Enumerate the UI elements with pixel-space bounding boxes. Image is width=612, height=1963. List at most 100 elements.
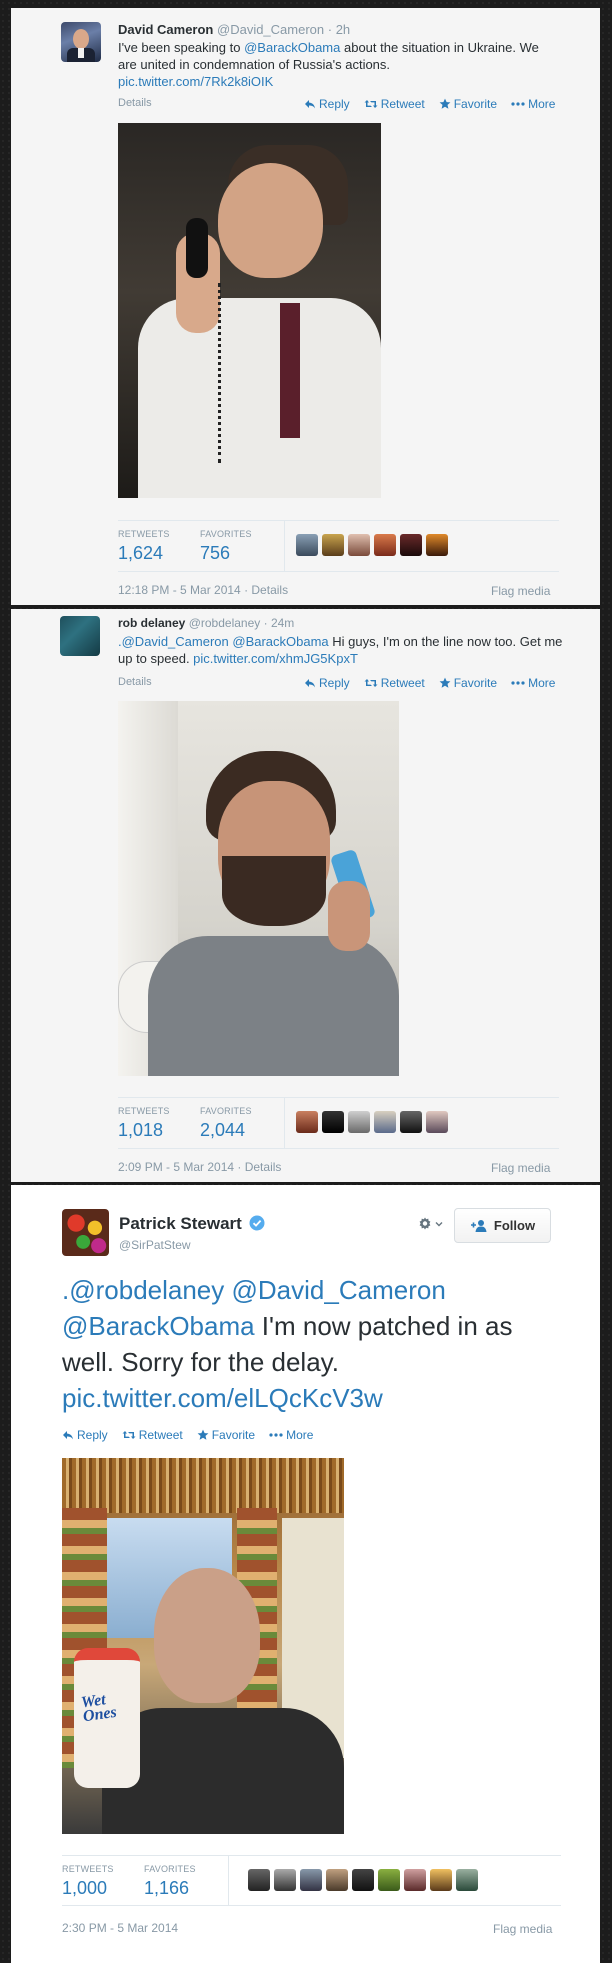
reply-button[interactable]: Reply xyxy=(304,676,350,690)
tweet-time[interactable]: · 24m xyxy=(264,616,295,630)
tweet-stats: RETWEETS 1,000 FAVORITES 1,166 xyxy=(62,1855,561,1906)
avatar[interactable] xyxy=(62,1209,109,1256)
favorite-count[interactable]: FAVORITES 756 xyxy=(200,529,252,564)
user-avatar[interactable] xyxy=(348,534,370,556)
tweet-text: .@robdelaney @David_Cameron @BarackObama… xyxy=(62,1275,513,1413)
user-avatar[interactable] xyxy=(274,1869,296,1891)
author-name[interactable]: David Cameron @David_Cameron · 2h xyxy=(118,22,350,37)
favoriters-list xyxy=(248,1869,478,1891)
retweet-button[interactable]: Retweet xyxy=(122,1428,183,1442)
tweet-photo[interactable] xyxy=(118,123,381,498)
mention-link[interactable]: .@robdelaney xyxy=(62,1275,224,1305)
user-avatar[interactable] xyxy=(300,1869,322,1891)
flag-media-link[interactable]: Flag media xyxy=(491,584,550,598)
mention-link[interactable]: .@David_Cameron xyxy=(118,634,229,649)
retweet-button[interactable]: Retweet xyxy=(364,97,425,111)
user-avatar[interactable] xyxy=(456,1869,478,1891)
more-button[interactable]: More xyxy=(511,676,555,690)
tweet-card-stewart: Patrick Stewart @SirPatStew Follow .@rob… xyxy=(11,1185,600,1963)
flag-media-link[interactable]: Flag media xyxy=(491,1161,550,1175)
favorite-count[interactable]: FAVORITES 2,044 xyxy=(200,1106,252,1141)
more-button[interactable]: More xyxy=(511,97,555,111)
add-user-icon xyxy=(470,1219,487,1232)
star-icon xyxy=(439,98,451,110)
pic-link[interactable]: pic.twitter.com/elLQcKcV3w xyxy=(62,1383,383,1413)
user-avatar[interactable] xyxy=(374,534,396,556)
mention-link[interactable]: @David_Cameron xyxy=(232,1275,446,1305)
user-avatar[interactable] xyxy=(296,534,318,556)
gear-menu-button[interactable] xyxy=(417,1214,449,1234)
chevron-down-icon xyxy=(435,1222,443,1227)
verified-icon xyxy=(249,1215,265,1231)
retweet-button[interactable]: Retweet xyxy=(364,676,425,690)
user-avatar[interactable] xyxy=(348,1111,370,1133)
retweet-count[interactable]: RETWEETS 1,018 xyxy=(118,1106,170,1141)
more-icon xyxy=(511,677,525,689)
favorite-button[interactable]: Favorite xyxy=(197,1428,255,1442)
star-icon xyxy=(439,677,451,689)
reply-icon xyxy=(304,677,316,689)
user-avatar[interactable] xyxy=(426,1111,448,1133)
favorite-button[interactable]: Favorite xyxy=(439,97,497,111)
author-name[interactable]: rob delaney @robdelaney · 24m xyxy=(118,616,294,630)
details-link[interactable]: Details xyxy=(118,676,152,688)
tweet-timestamp[interactable]: 2:30 PM - 5 Mar 2014 xyxy=(62,1921,178,1935)
mention-link[interactable]: @BarackObama xyxy=(232,634,328,649)
avatar[interactable] xyxy=(61,22,101,62)
user-avatar[interactable] xyxy=(404,1869,426,1891)
retweet-count[interactable]: RETWEETS 1,624 xyxy=(118,529,170,564)
user-avatar[interactable] xyxy=(400,1111,422,1133)
user-avatar[interactable] xyxy=(322,1111,344,1133)
retweet-icon xyxy=(122,1429,136,1441)
reply-icon xyxy=(304,98,316,110)
tweet-timestamp[interactable]: 2:09 PM - 5 Mar 2014 · Details xyxy=(118,1160,281,1174)
more-button[interactable]: More xyxy=(269,1428,313,1442)
reply-button[interactable]: Reply xyxy=(304,97,350,111)
tweet-actions: Reply Retweet Favorite More xyxy=(304,676,555,690)
retweet-count[interactable]: RETWEETS 1,000 xyxy=(62,1864,114,1899)
tweet-photo[interactable]: Wet Ones xyxy=(62,1458,344,1834)
favorite-button[interactable]: Favorite xyxy=(439,676,497,690)
tweet-text: I've been speaking to @BarackObama about… xyxy=(118,40,539,89)
user-avatar[interactable] xyxy=(374,1111,396,1133)
gear-icon xyxy=(419,1217,431,1230)
star-icon xyxy=(197,1429,209,1441)
user-avatar[interactable] xyxy=(378,1869,400,1891)
tweet-card-delaney: rob delaney @robdelaney · 24m .@David_Ca… xyxy=(11,609,600,1182)
tweet-card-cameron: David Cameron @David_Cameron · 2h I've b… xyxy=(11,8,600,605)
tweet-actions: Reply Retweet Favorite More xyxy=(304,97,555,111)
author-handle[interactable]: @robdelaney xyxy=(189,616,261,630)
user-avatar[interactable] xyxy=(322,534,344,556)
pic-link[interactable]: pic.twitter.com/xhmJG5KpxT xyxy=(193,651,358,666)
tweet-timestamp[interactable]: 12:18 PM - 5 Mar 2014 · Details xyxy=(118,583,288,597)
details-link[interactable]: Details xyxy=(118,97,152,109)
user-avatar[interactable] xyxy=(296,1111,318,1133)
tweet-text: .@David_Cameron @BarackObama Hi guys, I'… xyxy=(118,634,563,666)
user-avatar[interactable] xyxy=(400,534,422,556)
tweet-time[interactable]: · 2h xyxy=(328,22,350,37)
mention-link[interactable]: @BarackObama xyxy=(244,40,340,55)
retweet-icon xyxy=(364,98,378,110)
avatar[interactable] xyxy=(60,616,100,656)
user-avatar[interactable] xyxy=(426,534,448,556)
follow-button[interactable]: Follow xyxy=(454,1208,551,1243)
flag-media-link[interactable]: Flag media xyxy=(493,1922,552,1936)
user-avatar[interactable] xyxy=(248,1869,270,1891)
more-icon xyxy=(269,1429,283,1441)
reply-button[interactable]: Reply xyxy=(62,1428,108,1442)
tweet-stats: RETWEETS 1,018 FAVORITES 2,044 xyxy=(118,1097,559,1149)
user-avatar[interactable] xyxy=(430,1869,452,1891)
mention-link[interactable]: @BarackObama xyxy=(62,1311,255,1341)
author-handle[interactable]: @David_Cameron xyxy=(217,22,324,37)
user-avatar[interactable] xyxy=(352,1869,374,1891)
retweet-icon xyxy=(364,677,378,689)
tweet-stats: RETWEETS 1,624 FAVORITES 756 xyxy=(118,520,559,572)
pic-link[interactable]: pic.twitter.com/7Rk2k8iOIK xyxy=(118,74,273,89)
favorite-count[interactable]: FAVORITES 1,166 xyxy=(144,1864,196,1899)
reply-icon xyxy=(62,1429,74,1441)
user-avatar[interactable] xyxy=(326,1869,348,1891)
author-name[interactable]: Patrick Stewart xyxy=(119,1214,265,1234)
author-handle[interactable]: @SirPatStew xyxy=(119,1238,191,1252)
favoriters-list xyxy=(296,1111,448,1133)
tweet-photo[interactable] xyxy=(118,701,399,1076)
